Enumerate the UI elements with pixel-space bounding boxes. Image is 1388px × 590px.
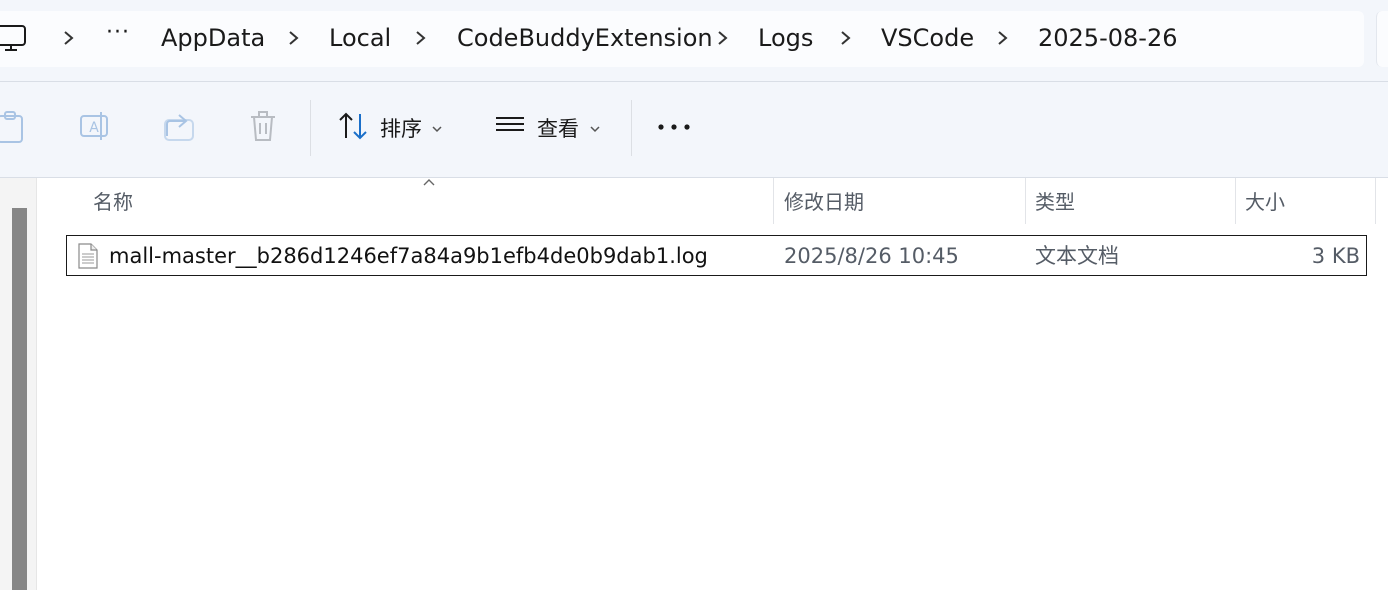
column-divider[interactable] <box>773 178 774 224</box>
chevron-right-icon[interactable] <box>716 30 730 46</box>
sort-button[interactable]: 排序 <box>380 115 422 143</box>
breadcrumb-item-vscode[interactable]: VSCode <box>881 22 974 54</box>
delete-icon[interactable] <box>243 106 283 146</box>
column-header-type[interactable]: 类型 <box>1035 188 1075 216</box>
sort-ascending-icon <box>423 179 435 186</box>
column-divider[interactable] <box>1235 178 1236 224</box>
view-button[interactable]: 查看 <box>537 115 579 143</box>
command-bar: A 排序 查看 <box>0 82 1388 178</box>
chevron-right-icon[interactable] <box>287 30 301 46</box>
toolbar-divider <box>310 100 311 156</box>
chevron-right-icon[interactable] <box>414 30 428 46</box>
file-size: 3 KB <box>1311 244 1360 268</box>
chevron-right-icon[interactable] <box>839 30 853 46</box>
chevron-down-icon[interactable] <box>431 125 443 133</box>
breadcrumb-overflow[interactable]: ··· <box>106 20 130 45</box>
breadcrumb-item-codebuddyextension[interactable]: CodeBuddyExtension <box>457 22 713 54</box>
rename-icon[interactable]: A <box>75 106 115 146</box>
svg-text:A: A <box>89 120 99 136</box>
address-bar-region: ··· AppData Local CodeBuddyExtension Log… <box>0 0 1388 82</box>
column-header-name[interactable]: 名称 <box>93 188 133 216</box>
share-icon[interactable] <box>159 106 199 146</box>
breadcrumb-item-current-folder[interactable]: 2025-08-26 <box>1038 22 1177 54</box>
this-pc-icon[interactable] <box>0 24 30 54</box>
breadcrumb-item-appdata[interactable]: AppData <box>161 22 265 54</box>
file-name[interactable]: mall-master__b286d1246ef7a84a9b1efb4de0b… <box>109 242 708 270</box>
sort-icon[interactable] <box>334 106 374 146</box>
column-divider[interactable] <box>1375 178 1376 224</box>
file-row[interactable]: mall-master__b286d1246ef7a84a9b1efb4de0b… <box>66 235 1367 276</box>
column-divider[interactable] <box>1025 178 1026 224</box>
chevron-down-icon[interactable] <box>589 125 601 133</box>
toolbar-divider <box>631 100 632 156</box>
chevron-right-icon[interactable] <box>996 30 1010 46</box>
paste-icon[interactable] <box>0 106 32 146</box>
search-box-edge[interactable] <box>1376 11 1388 67</box>
breadcrumb-item-local[interactable]: Local <box>329 22 391 54</box>
chevron-right-icon[interactable] <box>62 30 76 46</box>
breadcrumb-item-logs[interactable]: Logs <box>758 22 813 54</box>
view-icon[interactable] <box>491 106 531 146</box>
nav-pane-scrollbar[interactable] <box>12 208 27 590</box>
column-header-modified[interactable]: 修改日期 <box>784 188 864 216</box>
more-icon[interactable] <box>656 122 692 132</box>
column-header-size[interactable]: 大小 <box>1245 188 1285 216</box>
file-modified-date: 2025/8/26 10:45 <box>784 244 959 268</box>
file-type: 文本文档 <box>1035 244 1119 268</box>
text-file-icon <box>78 243 98 269</box>
